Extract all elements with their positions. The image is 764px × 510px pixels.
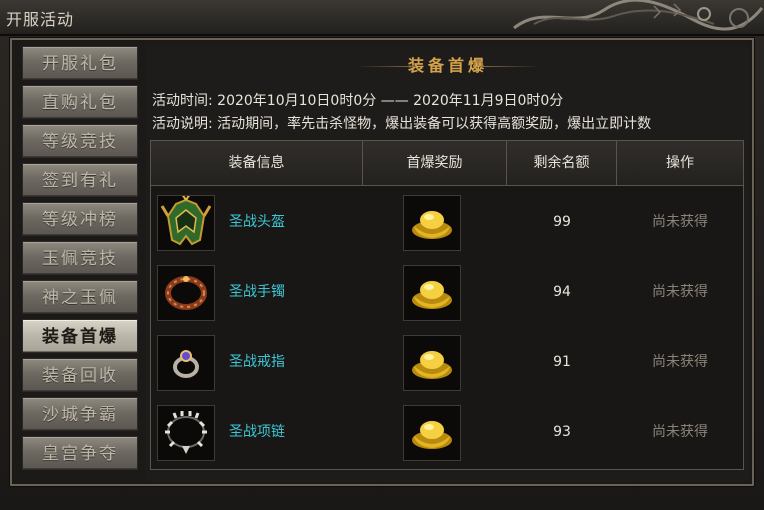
sidebar-item-label: 装备回收 xyxy=(42,366,118,386)
table-row: 圣战头盔 99 尚未获得 xyxy=(151,187,743,257)
equipment-name: 圣战头盔 xyxy=(229,214,285,230)
sidebar-item-label: 开服礼包 xyxy=(42,54,118,74)
sidebar-item-label: 等级冲榜 xyxy=(42,210,118,230)
equipment-slot[interactable] xyxy=(157,265,215,321)
claim-status: 尚未获得 xyxy=(652,284,708,300)
sidebar-item-opening-gift[interactable]: 开服礼包 xyxy=(22,46,138,80)
heading-bar: 装备首爆 xyxy=(146,52,750,80)
sidebar-item-sign-in[interactable]: 签到有礼 xyxy=(22,163,138,197)
window-title: 开服活动 xyxy=(6,10,75,29)
remaining-count: 94 xyxy=(553,284,571,300)
equipment-name: 圣战手镯 xyxy=(229,284,285,300)
column-header-action: 操作 xyxy=(666,155,694,171)
sidebar-item-label: 直购礼包 xyxy=(42,93,118,113)
table-row: 圣战手镯 94 尚未获得 xyxy=(151,257,743,327)
gold-ingot-icon xyxy=(412,281,452,309)
sidebar-item-label: 皇宫争夺 xyxy=(42,444,118,464)
sidebar-item-label: 玉佩竞技 xyxy=(42,249,118,269)
equipment-slot[interactable] xyxy=(157,405,215,461)
heading-divider-right xyxy=(480,66,540,67)
table-row: 圣战项链 93 尚未获得 xyxy=(151,397,743,467)
sidebar-item-label: 装备首爆 xyxy=(42,327,118,347)
claim-status: 尚未获得 xyxy=(652,424,708,440)
table-header: 装备信息 首爆奖励 剩余名额 操作 xyxy=(151,141,743,186)
event-window: 开服活动 开服礼包 直购礼包 等级竞技 签到有礼 等级冲榜 玉佩竞技 神之玉佩 … xyxy=(0,0,764,510)
claim-status: 尚未获得 xyxy=(652,214,708,230)
reward-slot[interactable] xyxy=(403,335,461,391)
sidebar-item-label: 签到有礼 xyxy=(42,171,118,191)
sidebar-item-divine-jade[interactable]: 神之玉佩 xyxy=(22,280,138,314)
title-bar[interactable]: 开服活动 xyxy=(0,0,764,36)
sidebar-item-equipment-recycle[interactable]: 装备回收 xyxy=(22,358,138,392)
dragon-ornament-icon xyxy=(513,0,764,31)
claim-status: 尚未获得 xyxy=(652,354,708,370)
remaining-count: 99 xyxy=(553,214,571,230)
equipment-name: 圣战戒指 xyxy=(229,354,285,370)
sidebar-item-label: 神之玉佩 xyxy=(42,288,118,308)
equipment-slot[interactable] xyxy=(157,193,215,251)
reward-slot[interactable] xyxy=(403,405,461,461)
event-time: 活动时间: 2020年10月10日0时0分 —— 2020年11月9日0时0分 xyxy=(152,93,564,109)
reward-slot[interactable] xyxy=(403,265,461,321)
helmet-icon xyxy=(160,193,212,246)
gold-ingot-icon xyxy=(412,351,452,379)
gold-ingot-icon xyxy=(412,421,452,449)
sidebar-item-direct-purchase[interactable]: 直购礼包 xyxy=(22,85,138,119)
event-description: 活动说明: 活动期间，率先击杀怪物，爆出装备可以获得高额奖励，爆出立即计数 xyxy=(152,116,652,132)
equipment-slot[interactable] xyxy=(157,335,215,391)
sidebar-item-label: 沙城争霸 xyxy=(42,405,118,425)
bracelet-icon xyxy=(165,276,207,310)
column-header-equipment: 装备信息 xyxy=(151,141,363,185)
sidebar-item-level-ranking[interactable]: 等级冲榜 xyxy=(22,202,138,236)
sidebar-item-sand-city-war[interactable]: 沙城争霸 xyxy=(22,397,138,431)
column-header-remaining: 剩余名额 xyxy=(507,141,617,185)
sidebar-item-palace-battle[interactable]: 皇宫争夺 xyxy=(22,436,138,470)
sidebar-item-label: 等级竞技 xyxy=(42,132,118,152)
sidebar-item-equipment-first-drop[interactable]: 装备首爆 xyxy=(22,319,138,353)
page-title: 装备首爆 xyxy=(407,56,488,75)
remaining-count: 91 xyxy=(553,354,571,370)
first-drop-table: 装备信息 首爆奖励 剩余名额 操作 圣战头盔 99 尚未获得 圣战手镯 94 尚… xyxy=(150,140,744,470)
equipment-name: 圣战项链 xyxy=(229,424,285,440)
sidebar-item-jade-competition[interactable]: 玉佩竞技 xyxy=(22,241,138,275)
heading-divider-left xyxy=(356,66,416,67)
reward-slot[interactable] xyxy=(403,195,461,251)
ring-icon xyxy=(173,350,199,378)
sidebar-item-level-competition[interactable]: 等级竞技 xyxy=(22,124,138,158)
column-header-reward: 首爆奖励 xyxy=(363,141,507,185)
gold-ingot-icon xyxy=(412,211,452,239)
necklace-icon xyxy=(165,411,207,454)
remaining-count: 93 xyxy=(553,424,571,440)
table-row: 圣战戒指 91 尚未获得 xyxy=(151,327,743,397)
